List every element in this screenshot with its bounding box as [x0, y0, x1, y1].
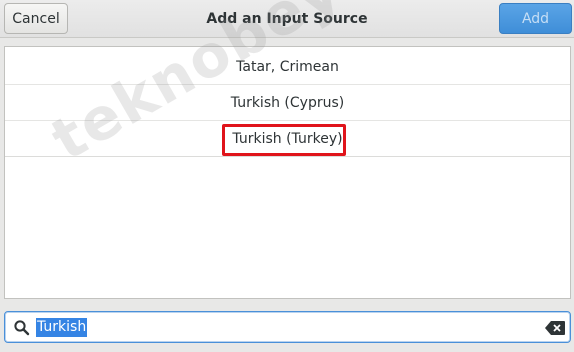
add-button[interactable]: Add: [499, 3, 572, 34]
list-item[interactable]: Tatar, Crimean: [5, 49, 570, 85]
search-input[interactable]: Turkish: [4, 311, 571, 343]
dialog-title: Add an Input Source: [206, 11, 368, 27]
search-input-value[interactable]: Turkish: [36, 318, 88, 337]
header-bar: Cancel Add an Input Source Add: [0, 0, 574, 38]
search-icon: [13, 319, 31, 337]
annotation-highlight-box: [222, 124, 346, 156]
clear-icon[interactable]: [545, 321, 565, 335]
input-source-list: Tatar, Crimean Turkish (Cyprus) Turkish …: [4, 46, 571, 299]
cancel-button[interactable]: Cancel: [4, 3, 68, 34]
list-item[interactable]: Turkish (Cyprus): [5, 85, 570, 121]
